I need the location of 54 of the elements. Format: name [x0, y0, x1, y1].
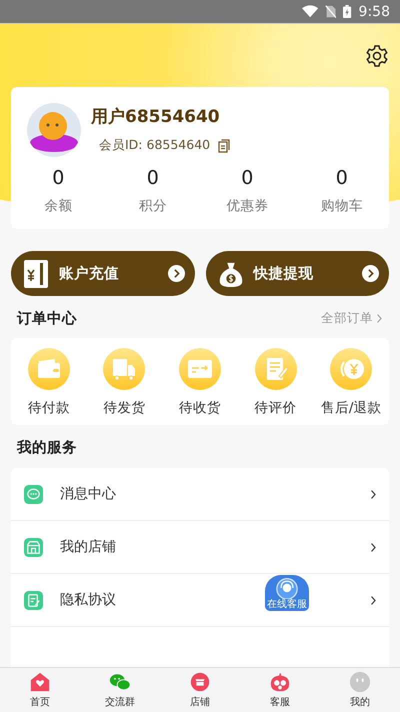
no-sim-icon — [325, 5, 336, 18]
wifi-icon — [302, 5, 318, 18]
copy-icon[interactable] — [218, 138, 230, 152]
chat-bubble-icon — [24, 484, 43, 504]
stat-value[interactable]: 0 — [241, 167, 254, 189]
order-status-label: 待付款 — [28, 399, 70, 417]
stat-label[interactable]: 优惠券 — [226, 197, 268, 215]
chevron-right-icon — [168, 265, 184, 282]
house-heart-icon — [29, 671, 51, 693]
member-id: 会员ID: 68554640 — [99, 137, 210, 154]
wallet-card-icon — [23, 258, 49, 288]
chevron-right-icon — [376, 312, 383, 324]
online-service-badge[interactable]: 在线客服 — [265, 575, 309, 611]
section-title: 我的服务 — [17, 438, 77, 456]
clock-time: 9:58 — [358, 4, 390, 20]
tab-item[interactable]: 首页 — [0, 668, 80, 712]
document-pen-icon — [254, 348, 297, 390]
stat-value[interactable]: 0 — [52, 167, 64, 189]
order-status-label: 待评价 — [254, 399, 297, 417]
chat-bubbles-icon — [109, 671, 131, 693]
truck-icon — [103, 348, 146, 390]
stat-label[interactable]: 余额 — [44, 197, 72, 215]
headset-agent-icon — [273, 577, 301, 599]
stat-label[interactable]: 积分 — [138, 197, 167, 215]
stat-value[interactable]: 0 — [146, 167, 159, 189]
wallet-icon — [28, 348, 70, 390]
chevron-right-icon — [362, 265, 379, 282]
chevron-right-icon — [370, 594, 377, 606]
tab-item[interactable]: 交流群 — [80, 668, 160, 712]
stat-label[interactable]: 购物车 — [320, 197, 363, 215]
tab-item[interactable]: 客服 — [240, 668, 320, 712]
store-icon — [189, 671, 211, 693]
tab-item[interactable]: 我的 — [320, 668, 400, 712]
chevron-right-icon — [370, 542, 377, 552]
bird-face-icon — [269, 671, 291, 693]
service-row[interactable]: 我的店铺 — [11, 521, 389, 574]
face-circle-icon — [349, 671, 371, 693]
chevron-right-icon — [370, 488, 377, 500]
order-status-label: 售后/退款 — [320, 399, 382, 417]
order-status-label: 待收货 — [178, 399, 221, 417]
storefront-icon — [24, 538, 43, 556]
section-title: 订单中心 — [17, 309, 77, 328]
action-button[interactable]: 快捷提现 — [206, 251, 389, 296]
stat-value[interactable]: 0 — [336, 167, 348, 189]
settings-icon[interactable] — [365, 44, 389, 68]
username: 用户68554640 — [91, 106, 221, 128]
yen-coin-icon — [330, 348, 372, 390]
document-icon — [24, 590, 43, 610]
order-status-label: 待发货 — [103, 399, 146, 417]
tab-item[interactable]: 店铺 — [160, 668, 240, 712]
action-button[interactable]: 账户充值 — [11, 251, 194, 296]
card-icon — [178, 348, 221, 390]
battery-charging-icon — [343, 5, 352, 18]
service-row[interactable]: 消息中心 — [11, 468, 389, 521]
